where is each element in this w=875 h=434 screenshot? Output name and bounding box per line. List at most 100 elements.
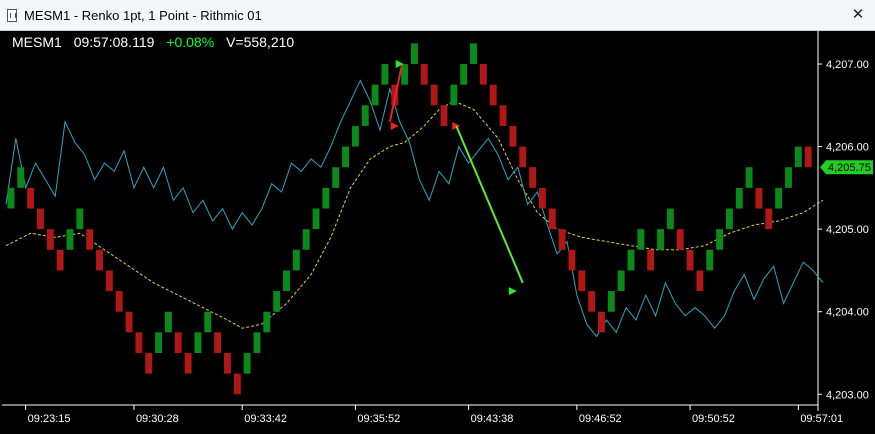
renko-brick-up [470,43,477,65]
renko-brick-up [460,64,468,85]
renko-brick-down [519,146,527,168]
renko-brick-up [411,43,418,65]
renko-brick-down [135,332,143,353]
renko-brick-down [804,146,812,168]
renko-brick-down [568,249,576,271]
renko-brick-down [755,187,763,209]
renko-brick-down [765,208,773,230]
renko-brick-up [706,249,714,271]
renko-brick-up [243,352,251,374]
renko-brick-up [273,291,281,312]
renko-brick-down [233,373,241,395]
y-tick-label: 4,207.00 [826,59,869,71]
last-price-label: 4,205.75 [828,162,871,174]
renko-brick-down [529,167,537,188]
renko-brick-down [46,229,54,250]
title-bar[interactable]: MESM1 - Renko 1pt, 1 Point - Rithmic 01 … [0,0,875,31]
renko-brick-down [174,332,182,353]
renko-brick-up [194,332,202,353]
renko-brick-up [735,187,743,209]
document-icon [7,9,17,22]
renko-brick-up [794,146,802,168]
renko-brick-up [253,332,261,353]
quote-info-bar: MESM1 09:57:08.119 +0.08% V=558,210 [12,34,302,50]
renko-brick-down [56,249,64,271]
x-tick-label: 09:33:42 [244,413,287,425]
renko-brick-up [627,249,635,271]
renko-brick-up [725,208,733,230]
fast-moving-average-line [5,79,824,338]
renko-brick-down [86,229,94,250]
renko-brick-up [351,125,359,147]
renko-brick-down [548,208,556,230]
y-tick-label: 4,204.00 [826,307,869,319]
renko-brick-up [617,270,625,292]
signal-marker [508,287,517,296]
close-icon: ✕ [851,6,865,23]
renko-brick-up [263,311,271,333]
renko-brick-up [76,208,84,230]
renko-brick-down [105,270,113,292]
renko-brick-up [450,84,458,106]
x-tick-label: 09:43:38 [471,413,514,425]
renko-brick-down [538,187,546,209]
x-tick-label: 09:30:28 [136,413,179,425]
renko-brick-up [637,229,645,250]
signal-marker [390,121,399,130]
renko-brick-up [204,311,212,333]
renko-brick-up [666,208,674,230]
renko-brick-up [283,270,290,292]
symbol-label: MESM1 [12,34,62,50]
renko-brick-down [224,352,231,374]
chart-area[interactable]: 4,203.00 4,204.00 4,205.00 4,206.00 4,207.00… [2,31,873,434]
x-tick-label: 09:57:01 [800,413,843,425]
renko-brick-up [361,105,369,126]
renko-brick-up [312,208,320,230]
renko-brick-down [430,84,438,106]
renko-brick-down [588,291,596,312]
renko-brick-down [440,105,448,126]
x-tick-label: 09:46:52 [579,413,622,425]
renko-brick-down [509,125,517,147]
renko-brick-down [27,187,35,209]
renko-brick-up [302,229,310,250]
y-tick-label: 4,206.00 [826,142,869,154]
renko-brick-up [322,187,330,209]
renko-brick-up [332,167,340,188]
renko-brick-up [342,146,350,168]
renko-chart[interactable]: 4,203.00 4,204.00 4,205.00 4,206.00 4,207.00… [2,31,873,434]
renko-brick-down [115,291,123,312]
renko-brick-down [37,208,44,230]
renko-brick-down [558,229,566,250]
x-tick-label: 09:35:52 [357,413,400,425]
last-update-time: 09:57:08.119 [73,34,155,50]
chart-window: MESM1 - Renko 1pt, 1 Point - Rithmic 01 … [0,0,875,434]
renko-brick-down [578,270,586,292]
renko-brick-down [214,332,222,353]
renko-brick-down [125,311,133,333]
renko-brick-down [686,249,694,271]
renko-brick-up [17,167,25,188]
window-title: MESM1 - Renko 1pt, 1 Point - Rithmic 01 [24,8,262,23]
x-tick-label: 09:50:52 [692,413,735,425]
renko-brick-down [420,64,428,85]
renko-brick-up [66,229,74,250]
close-button[interactable]: ✕ [847,5,869,25]
renko-brick-down [145,352,153,374]
renko-brick-down [184,352,192,374]
renko-brick-up [292,249,300,271]
renko-brick-down [598,311,605,333]
renko-brick-down [499,105,507,126]
renko-brick-up [371,84,379,106]
renko-brick-down [489,84,497,106]
renko-brick-up [607,291,615,312]
renko-brick-up [381,64,389,85]
renko-brick-up [716,229,724,250]
renko-brick-up [775,187,783,209]
x-tick-label: 09:23:15 [28,413,71,425]
trend-line [455,125,524,284]
y-tick-label: 4,203.00 [826,389,869,401]
renko-brick-up [785,167,792,188]
renko-brick-up [155,332,163,353]
renko-brick-up [7,187,15,209]
